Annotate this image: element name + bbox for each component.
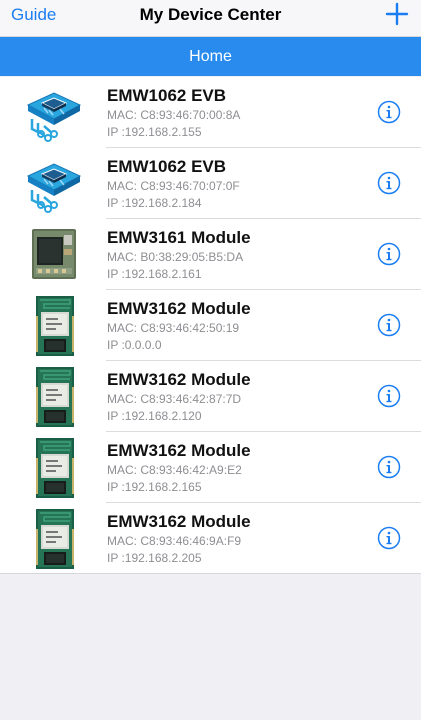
device-mac: MAC: C8:93:46:70:00:8A bbox=[107, 108, 241, 122]
device-row[interactable]: EMW1062 EVB MAC: C8:93:46:70:07:0F IP :192… bbox=[0, 148, 421, 219]
device-mac: MAC: C8:93:46:42:A9:E2 bbox=[107, 463, 242, 477]
device-ip: IP :0.0.0.0 bbox=[107, 338, 162, 352]
info-icon[interactable] bbox=[377, 313, 401, 337]
device-row[interactable]: EMW1062 EVB MAC: C8:93:46:70:00:8A IP :192… bbox=[0, 77, 421, 148]
device-row[interactable]: EMW3162 Module MAC: C8:93:46:42:87:7D IP :… bbox=[0, 361, 421, 432]
emw3162-module-icon bbox=[24, 509, 84, 569]
add-device-button[interactable] bbox=[385, 2, 409, 26]
device-name: EMW3162 Module bbox=[107, 370, 251, 389]
device-ip: IP :192.168.2.161 bbox=[107, 267, 202, 281]
info-icon[interactable] bbox=[377, 384, 401, 408]
device-name: EMW3162 Module bbox=[107, 299, 251, 318]
row-divider bbox=[0, 573, 421, 574]
info-icon[interactable] bbox=[377, 526, 401, 550]
device-name: EMW1062 EVB bbox=[107, 157, 227, 176]
device-ip: IP :192.168.2.155 bbox=[107, 125, 202, 139]
device-row[interactable]: EMW3162 Module MAC: C8:93:46:46:9A:F9 IP :… bbox=[0, 503, 421, 574]
info-icon[interactable] bbox=[377, 242, 401, 266]
device-mac: MAC: C8:93:46:46:9A:F9 bbox=[107, 534, 242, 548]
evb-board-icon bbox=[24, 83, 84, 143]
device-center-screen: Guide My Device Center Home EMW1062 EVB M… bbox=[0, 0, 421, 720]
info-icon[interactable] bbox=[377, 100, 401, 124]
emw3162-module-icon bbox=[24, 296, 84, 356]
device-row[interactable]: EMW3161 Module MAC: B0:38:29:05:B5:DA IP :… bbox=[0, 219, 421, 290]
navigation-bar: Guide My Device Center bbox=[0, 0, 421, 37]
emw3162-module-icon bbox=[24, 367, 84, 427]
device-row[interactable]: EMW3162 Module MAC: C8:93:46:42:A9:E2 IP :… bbox=[0, 432, 421, 503]
plus-icon bbox=[385, 2, 409, 26]
evb-board-icon bbox=[24, 154, 84, 214]
device-mac: MAC: C8:93:46:42:87:7D bbox=[107, 392, 242, 406]
device-list: EMW1062 EVB MAC: C8:93:46:70:00:8A IP :192… bbox=[0, 77, 421, 574]
emw3162-module-icon bbox=[24, 438, 84, 498]
device-name: EMW3162 Module bbox=[107, 441, 251, 460]
device-name: EMW3161 Module bbox=[107, 228, 251, 247]
device-ip: IP :192.168.2.120 bbox=[107, 409, 202, 423]
device-mac: MAC: C8:93:46:42:50:19 bbox=[107, 321, 240, 335]
device-mac: MAC: C8:93:46:70:07:0F bbox=[107, 179, 240, 193]
device-name: EMW3162 Module bbox=[107, 512, 251, 531]
device-ip: IP :192.168.2.184 bbox=[107, 196, 202, 210]
device-row[interactable]: EMW3162 Module MAC: C8:93:46:42:50:19 IP :… bbox=[0, 290, 421, 361]
device-name: EMW1062 EVB bbox=[107, 86, 227, 105]
emw3161-module-icon bbox=[24, 225, 84, 285]
info-icon[interactable] bbox=[377, 171, 401, 195]
device-mac: MAC: B0:38:29:05:B5:DA bbox=[107, 250, 244, 264]
home-section-header: Home bbox=[0, 37, 421, 76]
info-icon[interactable] bbox=[377, 455, 401, 479]
device-ip: IP :192.168.2.205 bbox=[107, 551, 202, 565]
page-title: My Device Center bbox=[139, 5, 282, 24]
device-ip: IP :192.168.2.165 bbox=[107, 480, 202, 494]
